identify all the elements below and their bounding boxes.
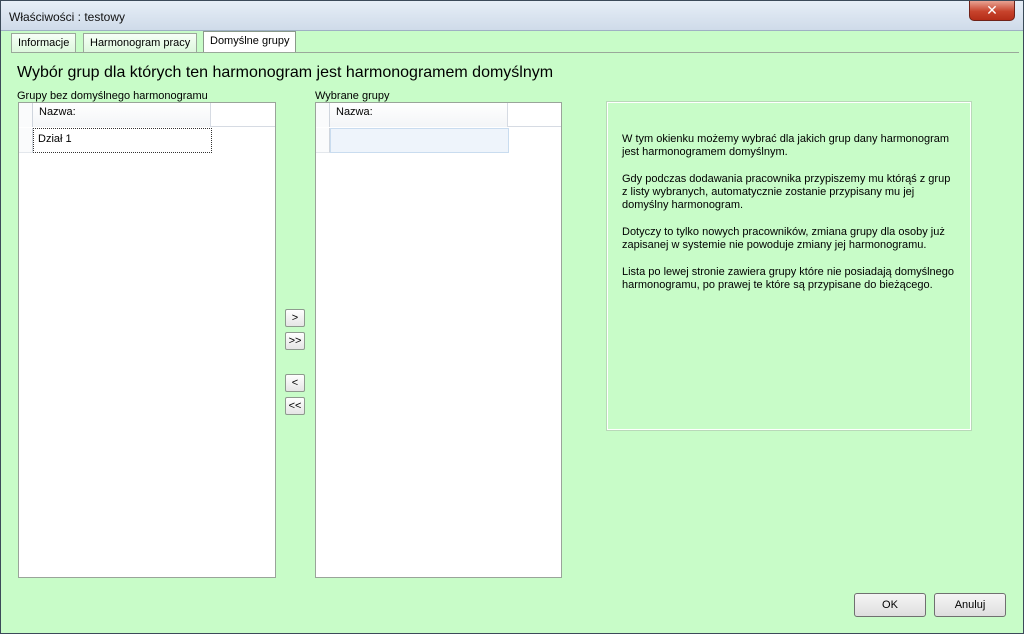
column-header-nazwa[interactable]: Nazwa:	[33, 103, 211, 127]
row-header-corner	[316, 103, 330, 127]
title-bar[interactable]: Właściwości : testowy ✕	[1, 1, 1023, 31]
row-selector[interactable]	[316, 128, 330, 153]
move-one-right-button[interactable]: >	[285, 309, 305, 327]
row-header-corner	[19, 103, 33, 127]
window-title: Właściwości : testowy	[9, 10, 126, 24]
page-title: Wybór grup dla których ten harmonogram j…	[17, 64, 554, 81]
close-button[interactable]: ✕	[969, 1, 1015, 21]
new-row[interactable]	[316, 128, 509, 153]
tab-panel-border	[11, 52, 1019, 53]
close-icon: ✕	[986, 2, 998, 18]
tab-domyslne-grupy[interactable]: Domyślne grupy	[203, 31, 297, 53]
info-paragraph: W tym okienku możemy wybrać dla jakich g…	[622, 133, 950, 158]
info-paragraph: Dotyczy to tylko nowych pracowników, zmi…	[622, 226, 945, 251]
column-header-nazwa[interactable]: Nazwa:	[330, 103, 508, 127]
table-row[interactable]: Dział 1	[19, 128, 212, 153]
left-grid-header: Nazwa:	[19, 103, 275, 127]
info-paragraph: Lista po lewej stronie zawiera grupy któ…	[622, 266, 955, 291]
empty-cell[interactable]	[330, 128, 509, 153]
right-list-label: Wybrane grupy	[315, 90, 390, 102]
list-item[interactable]: Dział 1	[33, 128, 212, 153]
ok-button[interactable]: OK	[854, 593, 926, 617]
tab-informacje[interactable]: Informacje	[11, 33, 77, 53]
move-all-right-button[interactable]: >>	[285, 332, 305, 350]
left-group-list[interactable]: Nazwa: Dział 1	[18, 102, 276, 578]
info-panel: W tym okienku możemy wybrać dla jakich g…	[606, 101, 972, 431]
move-all-left-button[interactable]: <<	[285, 397, 305, 415]
tab-harmonogram-pracy[interactable]: Harmonogram pracy	[83, 33, 198, 53]
right-group-list[interactable]: Nazwa:	[315, 102, 562, 578]
properties-dialog: Właściwości : testowy ✕ Informacje Harmo…	[0, 0, 1024, 634]
row-selector[interactable]	[19, 128, 33, 153]
cancel-button[interactable]: Anuluj	[934, 593, 1006, 617]
left-list-label: Grupy bez domyślnego harmonogramu	[17, 90, 208, 102]
info-paragraph: Gdy podczas dodawania pracownika przypis…	[622, 173, 951, 211]
right-grid-header: Nazwa:	[316, 103, 561, 127]
move-one-left-button[interactable]: <	[285, 374, 305, 392]
